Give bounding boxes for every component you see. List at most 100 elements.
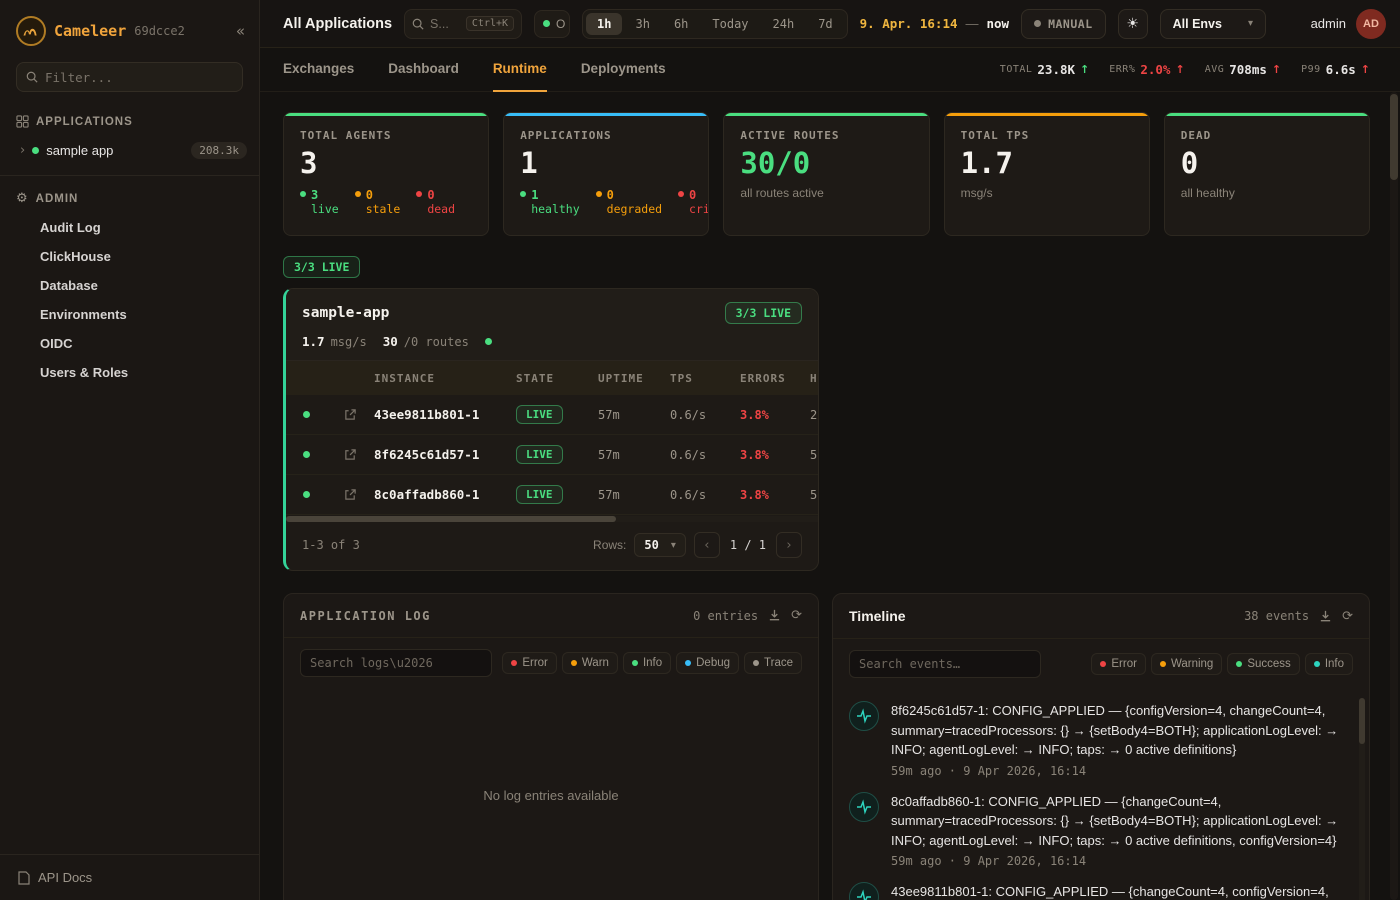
event-timestamp: 59m ago · 9 Apr 2026, 16:14 [891, 854, 1349, 868]
arrow-up-icon: ↑ [1175, 63, 1184, 76]
event-timestamp: 59m ago · 9 Apr 2026, 16:14 [891, 764, 1349, 778]
sidebar-item-users-roles[interactable]: Users & Roles [0, 358, 259, 387]
stat-card-total-tps: TOTAL TPS 1.7 msg/s [944, 112, 1150, 236]
api-docs-link[interactable]: API Docs [0, 854, 259, 900]
log-empty-state: No log entries available [284, 688, 818, 900]
stat-p99: P99 6.6s ↑ [1301, 62, 1370, 77]
event-text: 8c0affadb860-1: CONFIG_APPLIED — {change… [891, 792, 1349, 851]
tab-deployments[interactable]: Deployments [581, 48, 666, 92]
arrow-up-icon: ↑ [1080, 63, 1089, 76]
rows-per-page-select[interactable]: 50 ▾ [634, 533, 685, 557]
app-tps-unit: msg/s [331, 335, 367, 349]
live-badge: LIVE [516, 405, 563, 424]
filter-chip-info[interactable]: Info [1305, 653, 1353, 675]
level-dot [1236, 661, 1242, 667]
sidebar-item-environments[interactable]: Environments [0, 300, 259, 329]
admin-nav: Audit Log ClickHouse Database Environmen… [0, 213, 259, 387]
global-search[interactable]: S... Ctrl+K [404, 9, 522, 39]
caret-down-icon: ▾ [671, 540, 676, 551]
activity-icon [849, 701, 879, 731]
prev-page-button[interactable]: ‹ [694, 532, 720, 558]
instance-status-dot [303, 451, 310, 458]
time-range-3h[interactable]: 3h [624, 13, 660, 35]
sidebar-collapse-button[interactable]: « [236, 22, 245, 40]
external-link-icon[interactable] [326, 448, 374, 461]
card-accent-bar [945, 113, 1149, 116]
timeline-event[interactable]: 8c0affadb860-1: CONFIG_APPLIED — {change… [849, 792, 1349, 869]
environment-select[interactable]: All Envs ▾ [1160, 9, 1266, 39]
table-row-instance-3[interactable]: 8c0affadb860-1 LIVE 57m 0.6/s 3.8% 5 [286, 475, 818, 515]
page-scrollbar[interactable] [1390, 92, 1398, 900]
external-link-icon[interactable] [326, 488, 374, 501]
content-area: TOTAL AGENTS 3 3live 0stale 0dead APPLIC… [260, 92, 1400, 900]
sidebar-item-sample-app[interactable]: › sample app 208.3k [0, 135, 259, 165]
timeline-event-count: 38 events [1244, 609, 1309, 623]
time-range-7d[interactable]: 7d [807, 13, 843, 35]
filter-input[interactable] [45, 70, 233, 85]
filter-chip-warning[interactable]: Warning [1151, 653, 1222, 675]
manual-label: MANUAL [1048, 17, 1093, 31]
sidebar-item-audit-log[interactable]: Audit Log [0, 213, 259, 242]
level-dot [571, 660, 577, 666]
caret-down-icon: ▾ [1248, 18, 1253, 29]
avatar[interactable]: AD [1356, 9, 1386, 39]
app-routes-suffix: /0 routes [404, 335, 469, 349]
instance-table-header: INSTANCE STATE UPTIME TPS ERRORS H [286, 361, 818, 395]
filter-chip-success[interactable]: Success [1227, 653, 1299, 675]
overview-live-badge: 3/3 LIVE [283, 256, 360, 278]
table-row-instance-1[interactable]: 43ee9811b801-1 LIVE 57m 0.6/s 3.8% 2 [286, 395, 818, 435]
tab-dashboard[interactable]: Dashboard [388, 48, 459, 92]
external-link-icon[interactable] [326, 408, 374, 421]
time-window-separator: — [966, 16, 979, 31]
sidebar-item-clickhouse[interactable]: ClickHouse [0, 242, 259, 271]
time-window-display: 9. Apr. 16:14 — now [860, 16, 1009, 31]
environment-select-value: All Envs [1173, 17, 1222, 31]
table-row-instance-2[interactable]: 8f6245c61d57-1 LIVE 57m 0.6/s 3.8% 5 [286, 435, 818, 475]
stat-card-applications: APPLICATIONS 1 1healthy 0degraded 0criti [503, 112, 709, 236]
sidebar-item-oidc[interactable]: OIDC [0, 329, 259, 358]
time-window-start[interactable]: 9. Apr. 16:14 [860, 16, 958, 31]
instance-status-dot [303, 491, 310, 498]
tab-exchanges[interactable]: Exchanges [283, 48, 354, 92]
time-range-today[interactable]: Today [701, 13, 759, 35]
refresh-icon[interactable]: ⟳ [1342, 609, 1353, 624]
sidebar-filter-box [16, 62, 243, 92]
timeline-search-input[interactable] [849, 650, 1041, 678]
api-docs-label: API Docs [38, 870, 92, 885]
admin-section-label: ADMIN [36, 193, 79, 205]
download-icon[interactable] [1319, 610, 1332, 623]
next-page-button[interactable]: › [776, 532, 802, 558]
sidebar-header: Cameleer 69dcce2 « [0, 0, 259, 60]
applications-grid-icon [16, 115, 29, 128]
time-window-end[interactable]: now [987, 16, 1010, 31]
time-range-1h[interactable]: 1h [586, 13, 622, 35]
timeline-event[interactable]: 43ee9811b801-1: CONFIG_APPLIED — {change… [849, 882, 1349, 900]
download-icon[interactable] [768, 609, 781, 622]
section-admin: ⚙ ADMIN [0, 184, 259, 213]
filter-chip-debug[interactable]: Debug [676, 652, 739, 674]
log-search-input[interactable] [300, 649, 492, 677]
filter-chip-error[interactable]: Error [502, 652, 557, 674]
tab-runtime[interactable]: Runtime [493, 48, 547, 92]
time-range-6h[interactable]: 6h [663, 13, 699, 35]
application-log-title: APPLICATION LOG [300, 609, 431, 623]
timeline-scrollbar[interactable] [1359, 698, 1365, 900]
manual-refresh-button[interactable]: MANUAL [1021, 9, 1106, 39]
filter-chip-error[interactable]: Error [1091, 653, 1146, 675]
stat-avg: AVG 708ms ↑ [1205, 62, 1281, 77]
refresh-icon[interactable]: ⟳ [791, 608, 802, 623]
main-area: All Applications S... Ctrl+K O 1h 3h 6h … [260, 0, 1400, 900]
level-dot [753, 660, 759, 666]
filter-chip-trace[interactable]: Trace [744, 652, 802, 674]
filter-chip-warn[interactable]: Warn [562, 652, 618, 674]
theme-toggle-button[interactable]: ☀ [1118, 9, 1148, 39]
filter-chip-info[interactable]: Info [623, 652, 671, 674]
app-routes-value: 30 [383, 334, 398, 349]
timeline-event[interactable]: 8f6245c61d57-1: CONFIG_APPLIED — {config… [849, 701, 1349, 778]
time-range-24h[interactable]: 24h [762, 13, 806, 35]
log-entry-count: 0 entries [693, 609, 758, 623]
online-label: O [556, 17, 565, 31]
user-cluster: admin AD [1311, 9, 1386, 39]
sidebar-item-database[interactable]: Database [0, 271, 259, 300]
online-indicator[interactable]: O [534, 10, 570, 38]
